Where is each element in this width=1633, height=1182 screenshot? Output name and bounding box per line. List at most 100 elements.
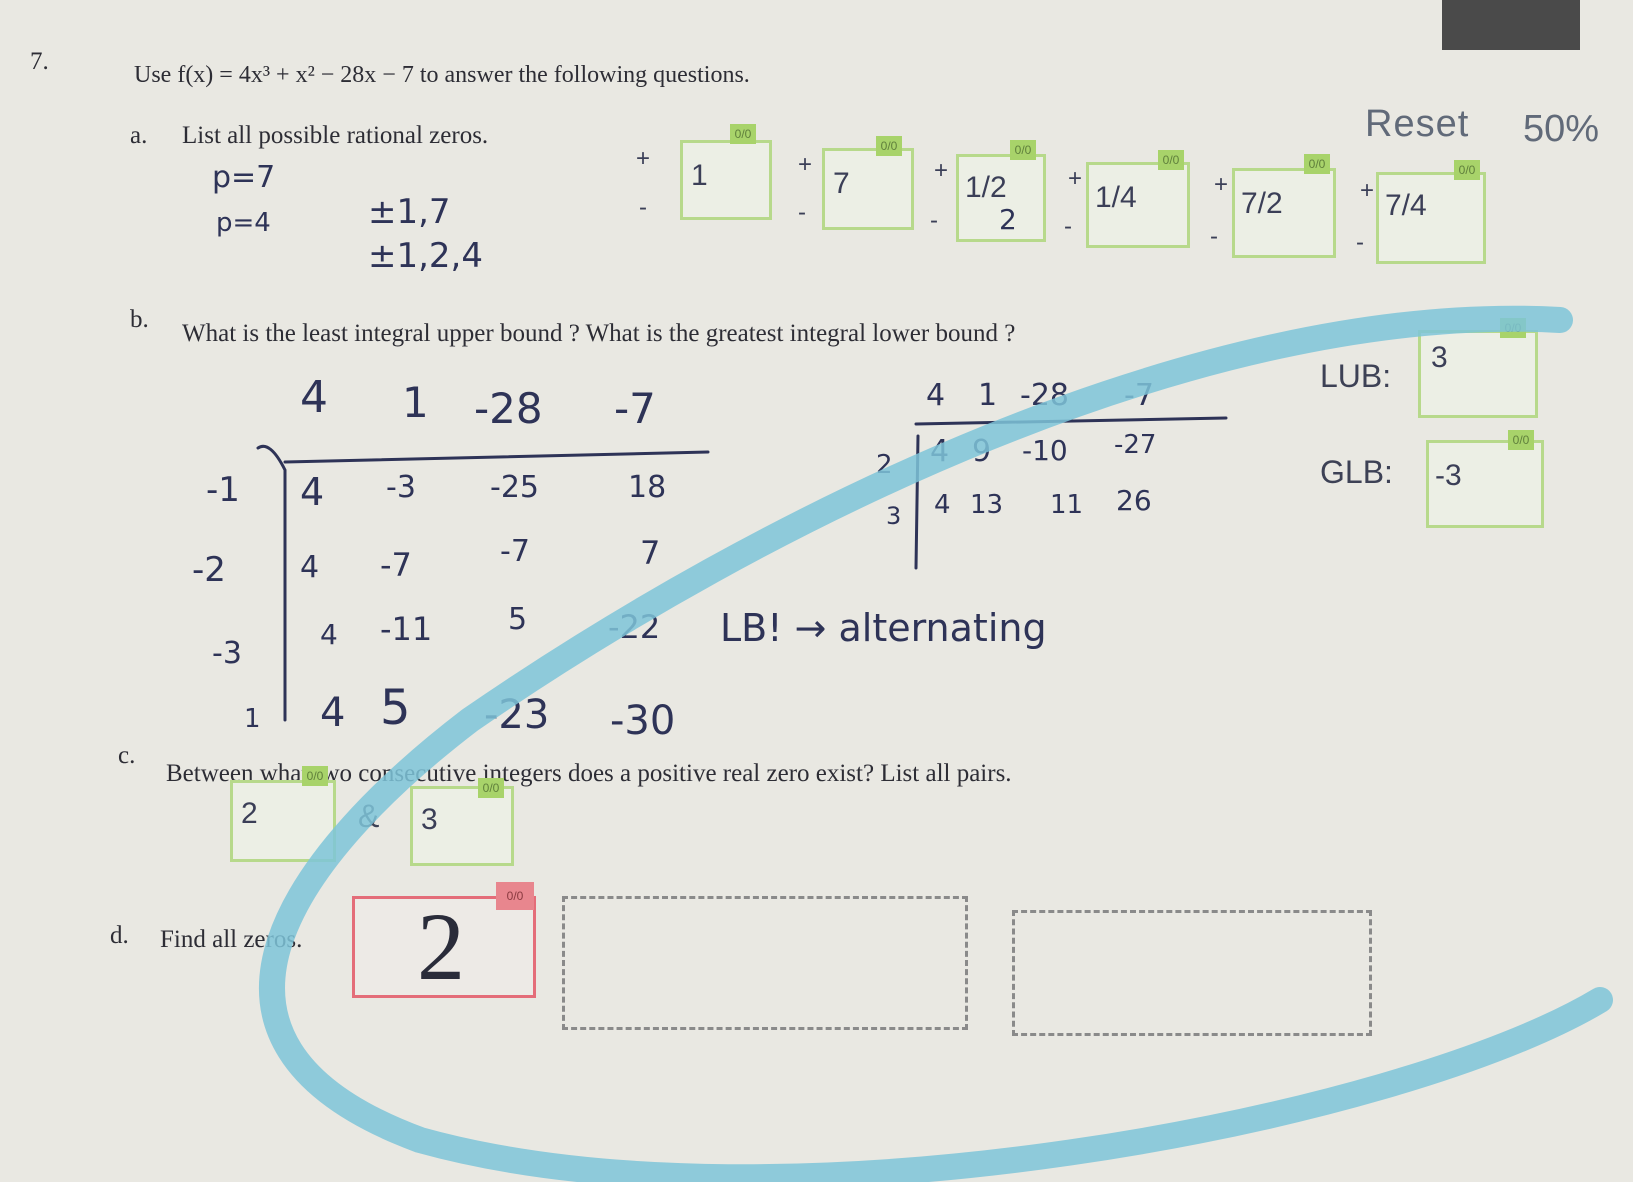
score-badge: 0/0: [1454, 160, 1480, 180]
toolbar-strip: [1442, 0, 1580, 50]
lub-input[interactable]: 3: [1418, 330, 1538, 418]
minus-sign: -: [1064, 213, 1072, 240]
answer-value: 1/4: [1095, 181, 1137, 214]
lub-value: 3: [1431, 341, 1448, 374]
score-badge: 0/0: [876, 136, 902, 156]
plus-sign: +: [636, 145, 651, 172]
cell: 9: [972, 434, 992, 469]
part-a-label: a.: [130, 122, 148, 149]
coef: 4: [926, 378, 946, 413]
note-q: p=4: [216, 208, 271, 238]
cell: 5: [508, 602, 528, 637]
coef: 1: [978, 378, 998, 413]
cell: -27: [1114, 430, 1157, 460]
zero-input-2[interactable]: [562, 896, 968, 1030]
cell: -25: [490, 470, 539, 505]
cell: 5: [380, 680, 411, 736]
cell: 4: [300, 470, 325, 514]
rational-zero-input-5[interactable]: 7/2: [1232, 168, 1336, 258]
minus-sign: -: [930, 207, 938, 234]
part-a-text: List all possible rational zeros.: [182, 122, 489, 149]
note-q-factors: ±1,2,4: [368, 236, 483, 276]
ampersand: &: [358, 798, 380, 834]
minus-sign: -: [1210, 223, 1218, 250]
rational-zero-input-3[interactable]: 1/2 2: [956, 154, 1046, 242]
answer-value: 7/2: [1241, 187, 1283, 220]
note-p: p=7: [212, 160, 276, 195]
interval-end-value: 3: [421, 803, 438, 836]
score-badge: 0/0: [496, 882, 534, 910]
zero-input-3[interactable]: [1012, 910, 1372, 1036]
part-d-text: Find all zeros.: [160, 926, 303, 953]
score-badge: 0/0: [1158, 150, 1184, 170]
plus-sign: +: [934, 157, 949, 184]
cell: 7: [640, 534, 661, 572]
coef: -28: [1020, 378, 1069, 413]
rational-zero-input-1[interactable]: 1: [680, 140, 772, 220]
interval-start-input[interactable]: 2: [230, 780, 336, 862]
plus-sign: +: [1068, 165, 1083, 192]
zero-value: 2: [417, 893, 465, 1000]
divisor: -3: [212, 636, 242, 671]
coef: -28: [474, 384, 543, 433]
coef: -7: [1124, 378, 1154, 413]
rational-zero-input-2[interactable]: 7: [822, 148, 914, 230]
zero-input-1[interactable]: 2: [352, 896, 536, 998]
cell: 11: [1050, 490, 1084, 520]
question-number: 7.: [30, 48, 49, 75]
part-c-label: c.: [118, 742, 136, 769]
rational-zero-input-6[interactable]: 7/4: [1376, 172, 1486, 264]
cell: -23: [484, 692, 550, 738]
cell: -7: [500, 534, 530, 569]
cell: -3: [386, 470, 416, 505]
reset-button[interactable]: Reset: [1365, 103, 1469, 146]
note-lower-bound: LB! → alternating: [720, 606, 1047, 650]
divisor: 2: [876, 450, 893, 480]
cell: -22: [608, 608, 661, 646]
divisor: 1: [244, 704, 261, 734]
answer-value: 7/4: [1385, 189, 1427, 222]
coef: 4: [300, 372, 328, 423]
coef: 1: [402, 378, 429, 427]
division-bracket-right: [914, 434, 920, 570]
plus-sign: +: [1360, 177, 1375, 204]
score-badge: 0/0: [1500, 318, 1526, 338]
divisor: -1: [206, 470, 240, 510]
plus-sign: +: [798, 151, 813, 178]
division-bar-left: [283, 450, 710, 464]
lub-label: LUB:: [1320, 358, 1392, 394]
interval-end-input[interactable]: 3: [410, 786, 514, 866]
score-badge: 0/0: [1010, 140, 1036, 160]
cell: 4: [934, 490, 951, 520]
divisor: 3: [886, 502, 902, 530]
glb-label: GLB:: [1320, 454, 1393, 490]
answer-value: 1/2: [965, 171, 1007, 204]
score-badge: 0/0: [730, 124, 756, 144]
score-badge: 0/0: [1304, 154, 1330, 174]
part-b-text: What is the least integral upper bound ?…: [182, 320, 1016, 347]
answer-value: 1: [691, 159, 708, 192]
handwritten-denominator: 2: [999, 203, 1017, 236]
minus-sign: -: [798, 199, 806, 226]
division-bracket-left: [256, 444, 287, 722]
part-b-label: b.: [130, 306, 149, 333]
interval-start-value: 2: [241, 797, 258, 830]
cell: -10: [1022, 434, 1068, 467]
coef: -7: [614, 384, 656, 433]
score-badge: 0/0: [478, 778, 504, 798]
cell: 13: [970, 490, 1004, 520]
cell: 4: [320, 690, 346, 736]
score-percent: 50%: [1523, 108, 1600, 150]
glb-input[interactable]: -3: [1426, 440, 1544, 528]
cell: 4: [300, 550, 320, 585]
answer-value: 7: [833, 167, 850, 200]
score-badge: 0/0: [302, 766, 328, 786]
divisor: -2: [192, 550, 226, 590]
cell: 18: [628, 470, 667, 505]
rational-zero-input-4[interactable]: 1/4: [1086, 162, 1190, 248]
glb-value: -3: [1435, 459, 1462, 492]
score-badge: 0/0: [1508, 430, 1534, 450]
plus-sign: +: [1214, 171, 1229, 198]
cell: -11: [380, 610, 433, 648]
cell: -7: [380, 546, 412, 584]
